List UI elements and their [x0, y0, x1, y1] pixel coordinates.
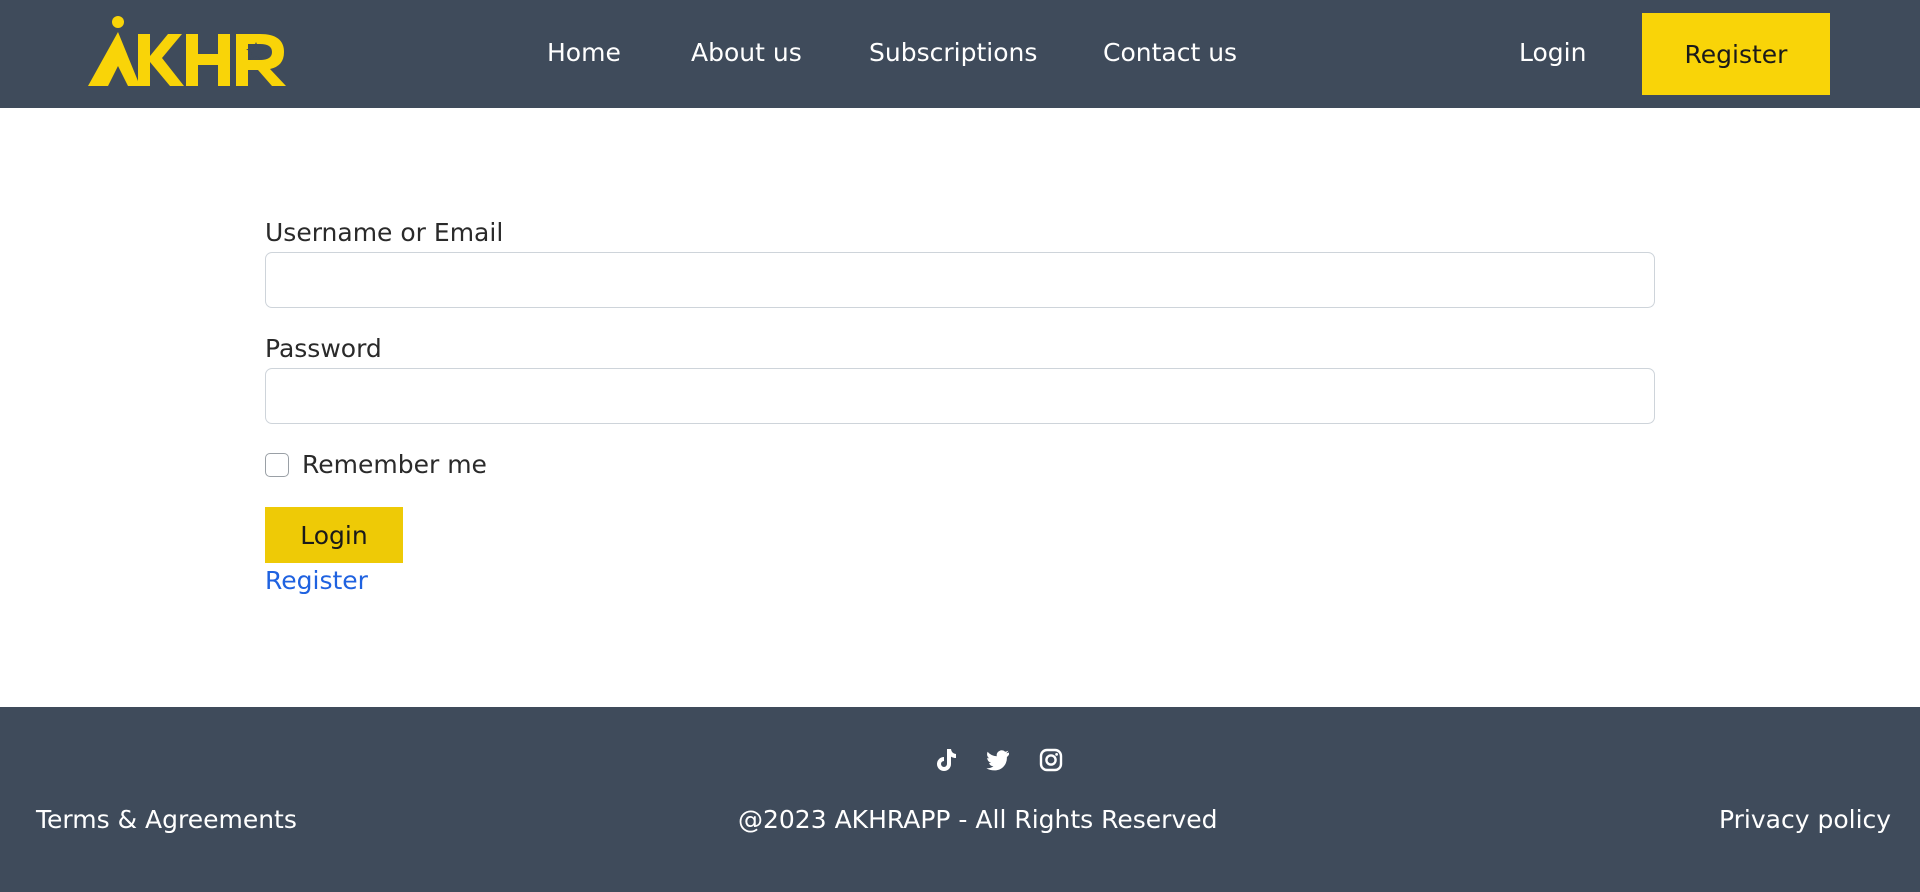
register-link[interactable]: Register	[265, 566, 368, 596]
akhr-logo[interactable]	[88, 14, 288, 90]
logo-graphic	[88, 16, 286, 86]
password-input[interactable]	[265, 368, 1655, 424]
username-label: Username or Email	[265, 218, 504, 247]
instagram-icon[interactable]	[1038, 747, 1064, 773]
twitter-icon[interactable]	[985, 747, 1011, 773]
top-navbar: Home About us Subscriptions Contact us L…	[0, 0, 1920, 108]
nav-home[interactable]: Home	[547, 38, 621, 68]
username-input[interactable]	[265, 252, 1655, 308]
nav-contact-us[interactable]: Contact us	[1103, 38, 1237, 68]
nav-login-link[interactable]: Login	[1519, 38, 1586, 68]
terms-link[interactable]: Terms & Agreements	[36, 805, 297, 835]
remember-me-label[interactable]: Remember me	[302, 450, 487, 480]
nav-about-us[interactable]: About us	[691, 38, 802, 68]
nav-register-button[interactable]: Register	[1642, 13, 1830, 95]
remember-me-checkbox[interactable]	[265, 453, 289, 477]
footer: Terms & Agreements @2023 AKHRAPP - All R…	[0, 707, 1920, 892]
tiktok-icon[interactable]	[933, 747, 959, 773]
privacy-policy-link[interactable]: Privacy policy	[1719, 805, 1891, 835]
copyright-text: @2023 AKHRAPP - All Rights Reserved	[738, 805, 1218, 834]
password-label: Password	[265, 334, 382, 363]
nav-subscriptions[interactable]: Subscriptions	[869, 38, 1037, 68]
login-button[interactable]: Login	[265, 507, 403, 563]
